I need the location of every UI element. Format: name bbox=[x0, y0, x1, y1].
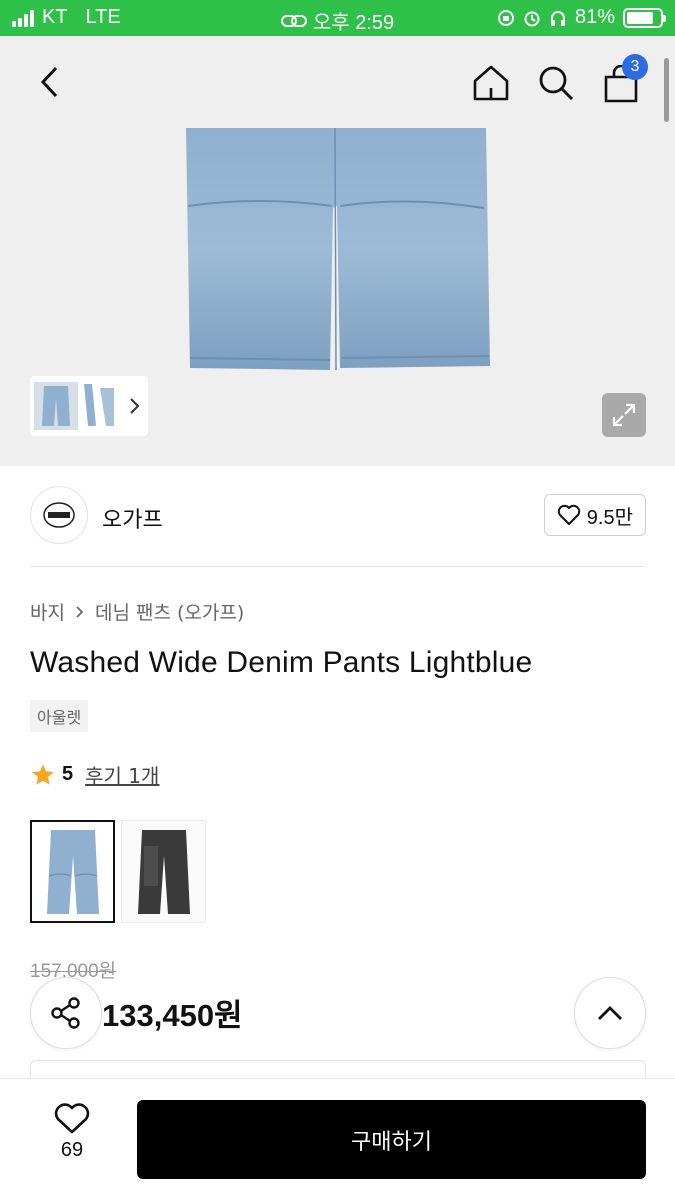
breadcrumb-category[interactable]: 바지 bbox=[30, 598, 65, 625]
expand-image-button[interactable] bbox=[602, 393, 646, 437]
brand-logo-image bbox=[43, 502, 75, 528]
wishlist-button[interactable]: 69 bbox=[40, 1103, 104, 1162]
chevron-right-icon bbox=[130, 398, 140, 414]
outlet-tag: 아울렛 bbox=[30, 700, 89, 732]
status-bar: KT LTE 오후 2:59 81% bbox=[0, 0, 675, 36]
bottom-action-bar: 69 구매하기 bbox=[0, 1078, 675, 1200]
product-title: Washed Wide Denim Pants Lightblue bbox=[30, 646, 533, 679]
color-variants bbox=[30, 820, 206, 923]
search-button[interactable] bbox=[535, 62, 577, 104]
divider bbox=[30, 566, 646, 567]
brand-like-button[interactable]: 9.5만 bbox=[543, 494, 646, 536]
alarm-icon bbox=[524, 11, 540, 26]
reviews-link[interactable]: 후기 1개 bbox=[85, 760, 159, 789]
heart-icon bbox=[557, 504, 580, 525]
cart-button[interactable]: 3 bbox=[602, 54, 648, 104]
wishlist-count: 69 bbox=[60, 1139, 84, 1161]
breadcrumb: 바지 데님 팬츠 (오가프) bbox=[30, 598, 244, 625]
clock: 오후 2:59 bbox=[312, 12, 395, 34]
back-button[interactable] bbox=[30, 62, 70, 102]
home-button[interactable] bbox=[470, 62, 512, 104]
chevron-up-icon bbox=[598, 1006, 622, 1020]
search-icon bbox=[539, 66, 574, 101]
star-icon bbox=[32, 763, 54, 785]
share-button[interactable] bbox=[30, 977, 102, 1049]
chevron-right-icon bbox=[76, 605, 84, 618]
scrollbar[interactable] bbox=[664, 58, 669, 122]
expand-icon bbox=[612, 403, 636, 427]
headphones-icon bbox=[550, 10, 565, 26]
brand-like-count: 9.5만 bbox=[586, 506, 633, 529]
link-icon bbox=[280, 14, 307, 27]
home-icon bbox=[473, 65, 509, 101]
back-icon bbox=[40, 66, 58, 98]
thumbnail-image bbox=[34, 382, 114, 430]
brand-name[interactable]: 오가프 bbox=[102, 502, 163, 534]
battery-icon bbox=[623, 7, 666, 28]
rating-score: 5 bbox=[62, 763, 74, 785]
variant-lightblue[interactable] bbox=[30, 820, 115, 923]
image-thumbnail-strip[interactable] bbox=[30, 376, 148, 436]
variant-black[interactable] bbox=[121, 820, 206, 923]
variant-image bbox=[137, 829, 190, 914]
breadcrumb-subcategory[interactable]: 데님 팬츠 (오가프) bbox=[95, 598, 244, 625]
cart-count-badge: 3 bbox=[622, 54, 648, 80]
scroll-top-button[interactable] bbox=[574, 977, 646, 1049]
variant-image bbox=[46, 829, 99, 914]
share-icon bbox=[51, 997, 80, 1029]
battery-percent: 81% bbox=[574, 6, 615, 28]
brand-logo[interactable] bbox=[30, 486, 88, 544]
product-image-gallery[interactable]: 3 bbox=[0, 36, 675, 466]
rotation-lock-icon bbox=[497, 9, 514, 26]
heart-icon bbox=[54, 1103, 90, 1134]
buy-button[interactable]: 구매하기 bbox=[137, 1100, 646, 1179]
rating-row: 5 후기 1개 bbox=[30, 760, 159, 789]
sale-price: 133,450원 bbox=[102, 998, 243, 1033]
brand-row: 오가프 9.5만 bbox=[30, 486, 646, 544]
